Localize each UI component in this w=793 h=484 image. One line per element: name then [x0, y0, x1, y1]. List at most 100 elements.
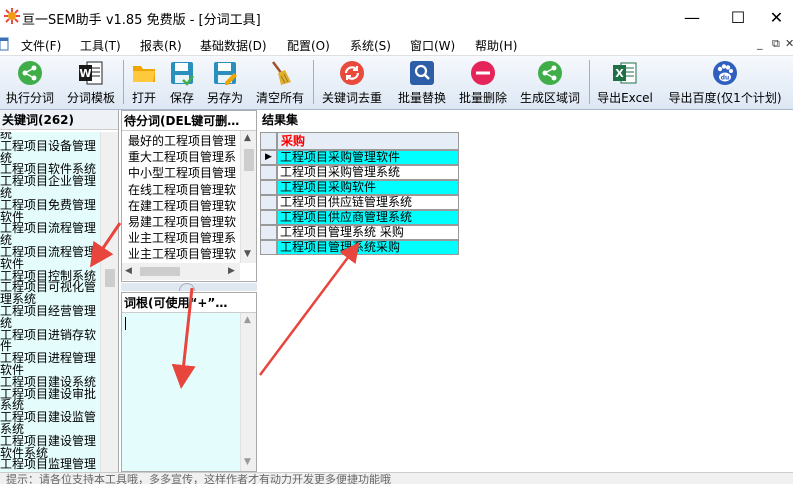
menu-system[interactable]: 系统(S) [350, 37, 391, 54]
search-replace-icon [410, 61, 434, 85]
row-header[interactable] [260, 240, 277, 255]
batch-replace-button[interactable]: 批量替换 [393, 58, 451, 106]
save-button[interactable]: 保存 [164, 58, 200, 106]
pending-vertical-scrollbar[interactable]: ▲ ▼ [240, 131, 256, 263]
export-excel-button[interactable]: X 导出Excel [594, 58, 656, 106]
scroll-up-arrow-icon[interactable]: ▲ [244, 133, 251, 143]
minimize-button[interactable]: — [669, 0, 715, 34]
pending-list-item[interactable]: 最好的工程项目管理 [128, 133, 236, 149]
result-row[interactable]: 工程项目管理系统采购 [277, 240, 459, 255]
toolbar: 执行分词 W 分词模板 打开 保存 另存为 清空所有 关键词去重 批量替换 批量… [0, 56, 793, 110]
export-baidu-button[interactable]: du 导出百度(仅1个计划) [664, 58, 786, 106]
toolbar-separator [589, 60, 590, 104]
keyword-list-item[interactable]: 工程项目建设管理 [0, 435, 96, 447]
result-row[interactable]: 工程项目供应链管理系统 [277, 195, 459, 210]
close-button[interactable]: ✕ [760, 0, 793, 34]
scroll-up-arrow-icon[interactable]: ▲ [244, 315, 251, 325]
maximize-button[interactable]: ☐ [715, 0, 761, 34]
pending-list-item[interactable]: 业主工程项目管理软 [128, 246, 236, 262]
generate-region-words-button[interactable]: 生成区域词 [517, 58, 583, 106]
open-button[interactable]: 打开 [126, 58, 162, 106]
row-header[interactable] [260, 165, 277, 180]
scroll-down-arrow-icon[interactable]: ▼ [244, 457, 251, 467]
row-header[interactable] [260, 225, 277, 240]
floppy-save-as-icon [214, 62, 237, 85]
save-as-button[interactable]: 另存为 [203, 58, 247, 106]
splitter-grip-icon[interactable] [179, 283, 195, 291]
root-words-textarea[interactable] [122, 313, 240, 471]
execute-segmentation-label: 执行分词 [5, 91, 54, 105]
keyword-list-item[interactable]: 工程项目建设系统 [0, 376, 96, 388]
menu-config[interactable]: 配置(O) [287, 37, 330, 54]
keyword-list-item[interactable]: 工程项目经营管理 [0, 305, 96, 317]
menu-bar: 文件(F) 工具(T) 报表(R) 基础数据(D) 配置(O) 系统(S) 窗口… [0, 34, 793, 56]
segmentation-template-button[interactable]: W 分词模板 [62, 58, 120, 106]
root-vertical-scrollbar[interactable]: ▲ ▼ [240, 313, 256, 471]
panel-splitter[interactable] [121, 283, 257, 291]
keyword-list-item[interactable]: 工程项目企业管理 [0, 175, 96, 187]
scroll-right-arrow-icon[interactable]: ▶ [228, 266, 235, 276]
pending-horizontal-scrollbar[interactable]: ◀ ▶ [122, 263, 240, 280]
menu-tools[interactable]: 工具(T) [80, 37, 121, 54]
share-green-icon [538, 61, 562, 85]
clear-all-button[interactable]: 清空所有 [252, 58, 308, 106]
result-grid[interactable]: 采购 ▶ 工程项目采购管理软件 工程项目采购管理系统 工程项目采购软件 工程项目供应链管… [260, 130, 793, 472]
scroll-down-arrow-icon[interactable]: ▼ [244, 249, 251, 259]
keyword-list-item[interactable]: 工程项目免费管理 [0, 199, 96, 211]
mdi-close-button[interactable]: ✕ [785, 37, 793, 50]
batch-delete-button[interactable]: 批量删除 [455, 58, 511, 106]
pending-list-item[interactable]: 易建工程项目管理软 [128, 214, 236, 230]
keyword-list-item[interactable]: 软件 [0, 258, 24, 270]
keyword-list-item[interactable]: 工程项目进销存软 [0, 329, 96, 341]
export-baidu-label: 导出百度(仅1个计划) [668, 91, 782, 105]
execute-segmentation-button[interactable]: 执行分词 [2, 58, 58, 106]
menu-reports[interactable]: 报表(R) [140, 37, 182, 54]
save-as-label: 另存为 [206, 91, 243, 105]
result-row[interactable]: 工程项目采购管理软件 [277, 150, 459, 165]
share-green-icon [18, 61, 42, 85]
keyword-list-item[interactable]: 工程项目流程管理 [0, 222, 96, 234]
row-header[interactable] [260, 195, 277, 210]
row-header[interactable] [260, 180, 277, 195]
keyword-list-item[interactable]: 统 [0, 317, 12, 329]
clear-all-label: 清空所有 [255, 91, 304, 105]
menu-window[interactable]: 窗口(W) [410, 37, 455, 54]
keywords-panel-title: 关键词(262) [0, 110, 118, 130]
broom-icon [272, 61, 291, 85]
pending-list[interactable]: 最好的工程项目管理 重大工程项目管理系 中小型工程项目管理 在线工程项目管理软 在建工程… [122, 131, 240, 263]
keyword-list-item[interactable]: 工程项目设备管理 [0, 140, 96, 152]
result-row[interactable]: 工程项目管理系统 采购 [277, 225, 459, 240]
svg-text:X: X [615, 67, 624, 80]
svg-text:W: W [79, 67, 91, 80]
keywords-vertical-scrollbar[interactable] [100, 132, 118, 472]
pending-list-item[interactable]: 中小型工程项目管理 [128, 165, 236, 181]
keywords-scroll-thumb[interactable] [105, 269, 115, 287]
pending-list-item[interactable]: 在建工程项目管理软 [128, 198, 236, 214]
pending-hscroll-thumb[interactable] [140, 267, 180, 276]
result-column-header[interactable]: 采购 [277, 132, 459, 150]
result-row[interactable]: 工程项目供应商管理系统 [277, 210, 459, 225]
scroll-left-arrow-icon[interactable]: ◀ [125, 266, 132, 276]
pending-vscroll-thumb[interactable] [244, 149, 254, 171]
result-panel: 结果集 采购 ▶ 工程项目采购管理软件 工程项目采购管理系统 工程项目采购软件 工程项目… [260, 110, 793, 472]
menu-help[interactable]: 帮助(H) [475, 37, 517, 54]
result-row[interactable]: 工程项目采购管理系统 [277, 165, 459, 180]
pending-panel: 待分词(DEL键可删… 最好的工程项目管理 重大工程项目管理系 中小型工程项目管理在… [121, 110, 257, 282]
keywords-list[interactable]: 统工程项目设备管理统工程项目软件系统 工程项目企业管理统工程项目免费管理 软件 工程项… [0, 132, 100, 472]
pending-list-item[interactable]: 业主工程项目管理系 [128, 230, 236, 246]
keyword-dedupe-button[interactable]: 关键词去重 [318, 58, 386, 106]
save-label: 保存 [169, 91, 194, 105]
row-header[interactable] [260, 210, 277, 225]
menu-file[interactable]: 文件(F) [21, 37, 61, 54]
grid-corner [260, 132, 277, 150]
mdi-restore-button[interactable]: ⧉ [772, 37, 780, 51]
folder-open-icon [133, 66, 155, 82]
mdi-minimize-button[interactable]: _ [757, 37, 763, 50]
result-row[interactable]: 工程项目采购软件 [277, 180, 459, 195]
pending-list-item[interactable]: 在线工程项目管理软 [128, 182, 236, 198]
menu-base-data[interactable]: 基础数据(D) [200, 37, 267, 54]
baidu-paw-icon: du [713, 61, 737, 85]
pending-list-item[interactable]: 重大工程项目管理系 [128, 149, 236, 165]
current-row-indicator-icon[interactable]: ▶ [260, 150, 277, 165]
keyword-list-item[interactable]: 工程项目监理管理 [0, 458, 96, 470]
